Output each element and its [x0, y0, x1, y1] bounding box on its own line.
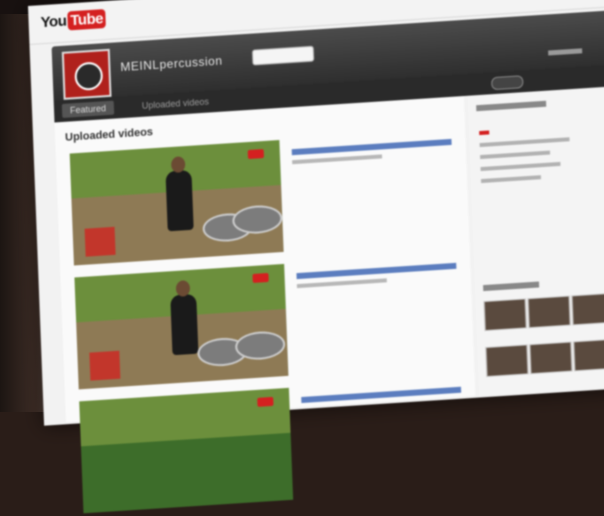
- tab-uploaded-videos[interactable]: Uploaded videos: [134, 94, 217, 113]
- sidebar-line[interactable]: [480, 150, 551, 160]
- channel-avatar[interactable]: [61, 48, 112, 100]
- channel-thumbnail[interactable]: [529, 341, 573, 375]
- sidebar-heading: [476, 100, 547, 112]
- channel-thumbnail[interactable]: [485, 344, 529, 378]
- main-content: Uploaded videos: [54, 96, 476, 514]
- youtube-logo[interactable]: You Tube: [40, 8, 107, 32]
- header-link[interactable]: [548, 48, 583, 56]
- sidebar-line[interactable]: [480, 161, 561, 172]
- logo-tube-text: Tube: [66, 8, 107, 31]
- video-title-link[interactable]: [296, 262, 457, 280]
- thumb-scene: [89, 350, 121, 381]
- thumb-scene: [79, 387, 291, 447]
- section-title: Uploaded videos: [64, 126, 154, 144]
- sidebar: [467, 83, 604, 396]
- video-meta: [292, 154, 383, 165]
- thumb-scene: [170, 293, 199, 356]
- hd-badge-icon: [252, 272, 269, 283]
- channel-name[interactable]: MEINLpercussion: [120, 54, 223, 75]
- video-thumbnail[interactable]: [79, 387, 294, 514]
- video-info: [291, 138, 452, 168]
- channel-thumbnail[interactable]: [527, 295, 571, 329]
- video-meta: [296, 278, 387, 289]
- tab-action-button[interactable]: [491, 75, 524, 91]
- logo-you-text: You: [40, 12, 67, 32]
- channel-thumbnail[interactable]: [483, 298, 527, 332]
- hd-badge-icon: [247, 149, 265, 160]
- thumb-scene: [84, 226, 116, 257]
- subscribe-button[interactable]: [251, 45, 315, 66]
- channel-logo-icon: [74, 61, 104, 92]
- video-info: [296, 262, 457, 292]
- thumb-scene: [165, 169, 194, 232]
- video-thumbnail[interactable]: [69, 140, 284, 266]
- featured-channels-heading: [483, 281, 540, 292]
- browser-screen: You Tube MEINLpercussion Featured Uploade…: [28, 0, 604, 514]
- video-info: [301, 386, 462, 408]
- sidebar-line[interactable]: [480, 175, 542, 184]
- channel-thumbnail[interactable]: [571, 292, 604, 326]
- sidebar-line[interactable]: [479, 137, 570, 148]
- sidebar-highlight: [479, 130, 490, 136]
- video-title-link[interactable]: [301, 386, 462, 404]
- hd-badge-icon: [257, 396, 274, 407]
- video-thumbnail[interactable]: [74, 263, 289, 390]
- channel-thumbnail[interactable]: [573, 338, 604, 372]
- video-title-link[interactable]: [291, 138, 452, 156]
- tab-featured[interactable]: Featured: [61, 100, 115, 118]
